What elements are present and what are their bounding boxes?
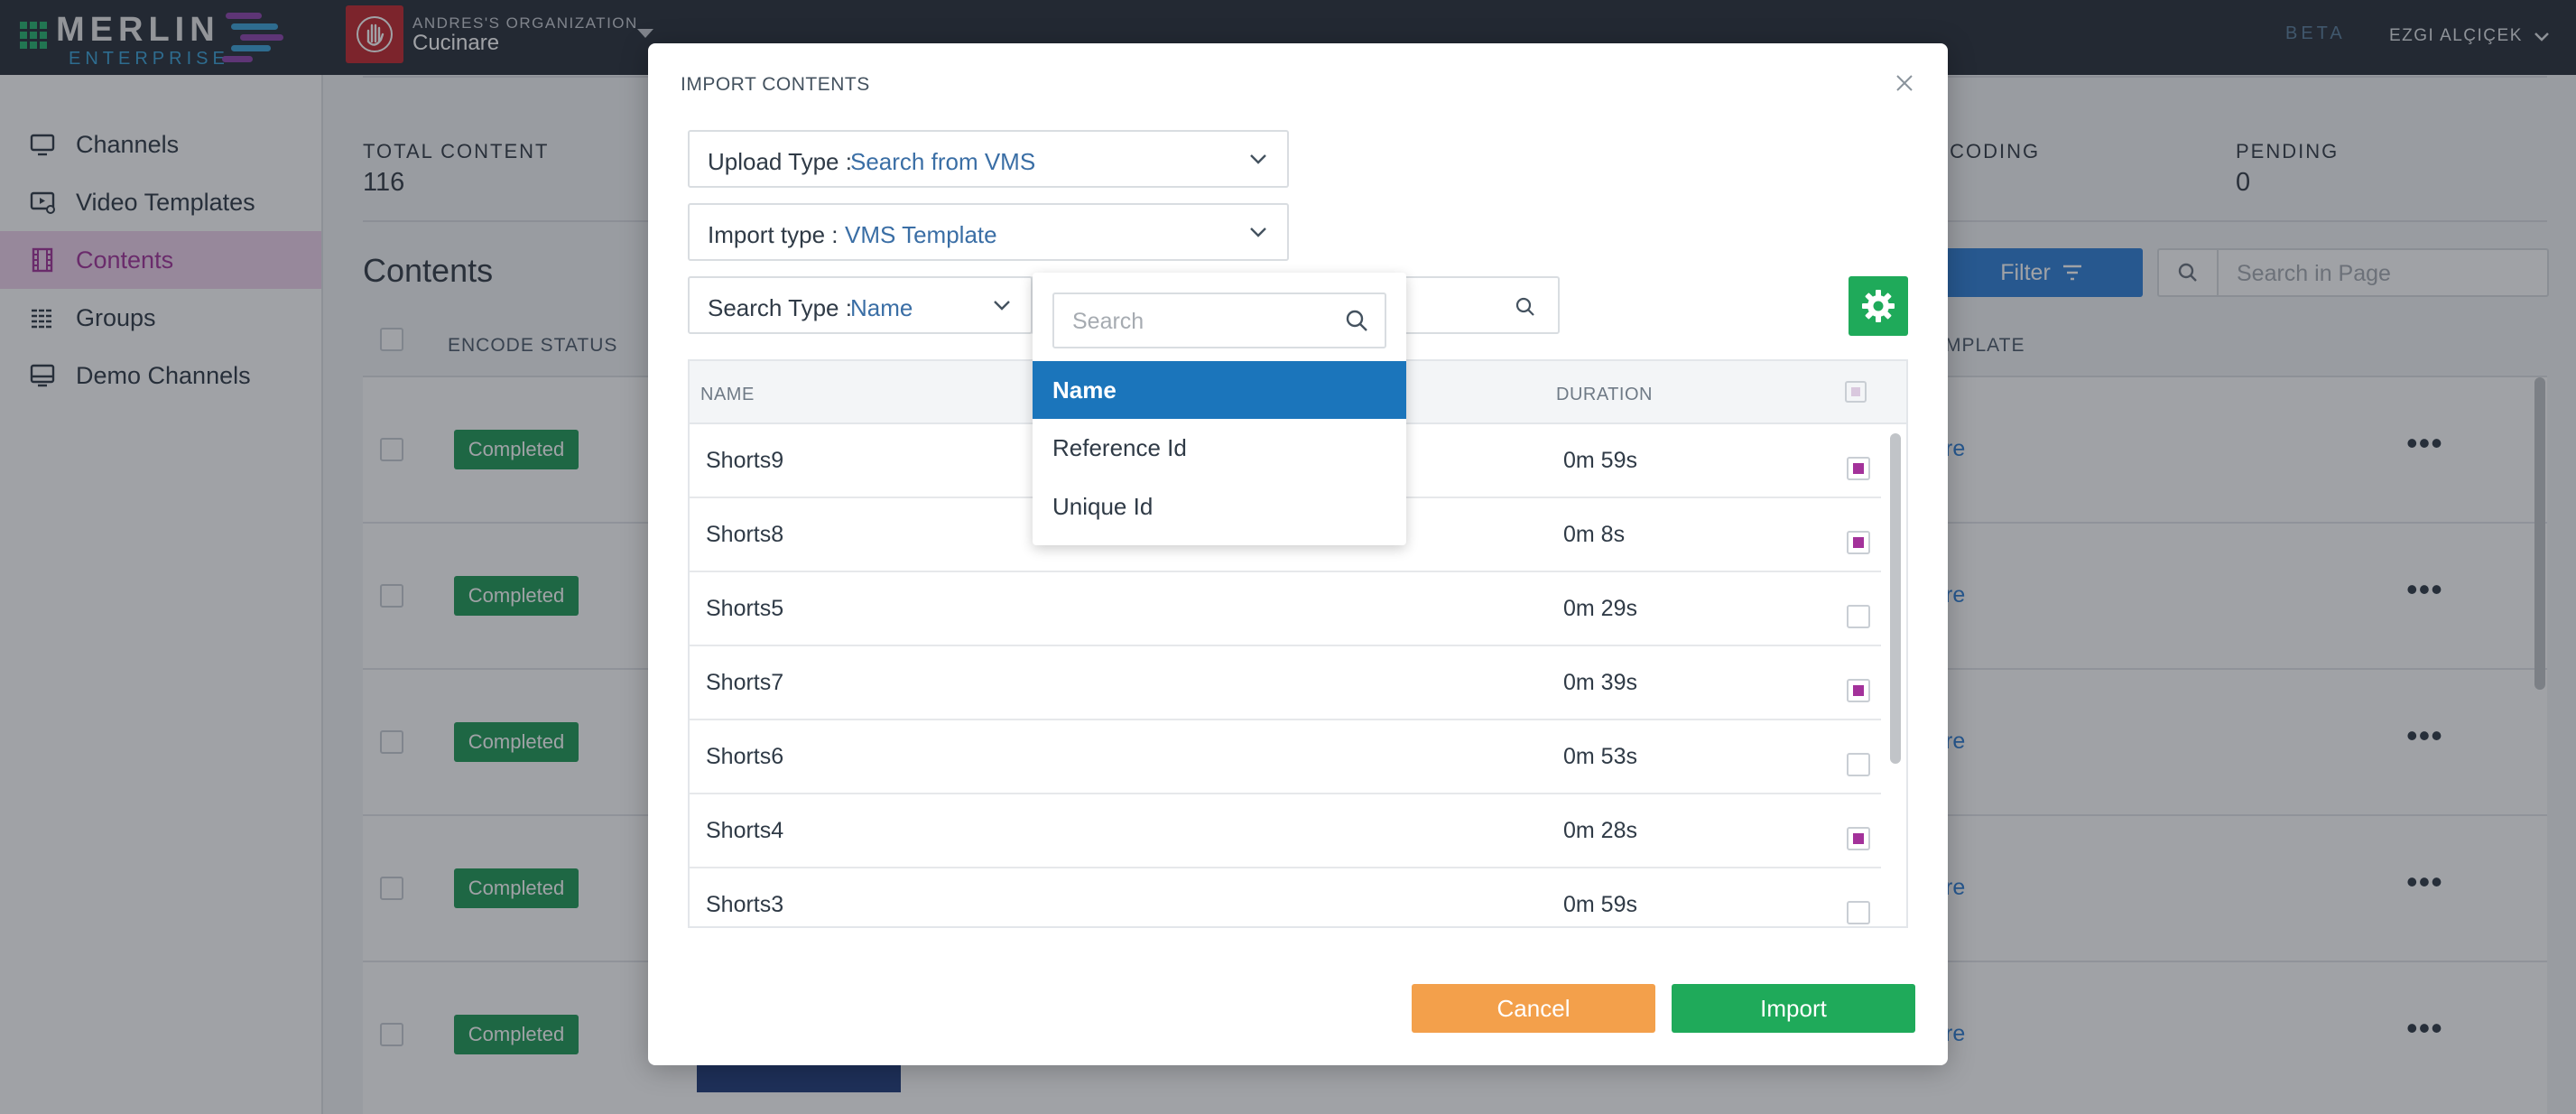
table-row[interactable]: Shorts4 0m 28s <box>690 794 1881 868</box>
row-name: Shorts3 <box>706 892 784 917</box>
upload-type-label: Upload Type : <box>708 148 852 175</box>
row-checkbox[interactable] <box>1847 901 1870 924</box>
duration-column-header: DURATION <box>1556 385 1653 404</box>
name-column-header: NAME <box>700 385 755 404</box>
table-scrollbar[interactable] <box>1890 433 1901 764</box>
row-checkbox[interactable] <box>1847 753 1870 776</box>
upload-type-select[interactable]: Upload Type : Search from VMS <box>688 130 1289 188</box>
row-checkbox[interactable] <box>1847 679 1870 702</box>
row-name: Shorts5 <box>706 596 784 621</box>
row-name: Shorts6 <box>706 744 784 769</box>
search-type-dropdown: Search Name Reference Id Unique Id <box>1033 273 1406 545</box>
upload-type-value: Search from VMS <box>850 148 1036 175</box>
modal-title: IMPORT CONTENTS <box>681 74 870 95</box>
row-checkbox[interactable] <box>1847 531 1870 554</box>
import-contents-modal: IMPORT CONTENTS Upload Type : Search fro… <box>648 43 1948 1065</box>
import-type-value: VMS Template <box>845 221 997 248</box>
cancel-button[interactable]: Cancel <box>1412 984 1655 1033</box>
gear-icon <box>1862 290 1895 322</box>
table-row[interactable]: Shorts6 0m 53s <box>690 720 1881 794</box>
row-duration: 0m 29s <box>1563 596 1637 621</box>
row-duration: 0m 59s <box>1563 892 1637 917</box>
row-name: Shorts8 <box>706 522 784 547</box>
settings-button[interactable] <box>1849 276 1908 336</box>
row-checkbox[interactable] <box>1847 457 1870 480</box>
chevron-down-icon <box>1250 154 1266 164</box>
import-type-select[interactable]: Import type : VMS Template <box>688 203 1289 261</box>
chevron-down-icon <box>1250 227 1266 237</box>
import-button[interactable]: Import <box>1672 984 1915 1033</box>
import-type-label: Import type : <box>708 221 839 248</box>
table-row[interactable]: Shorts3 0m 59s <box>690 868 1881 926</box>
row-duration: 0m 8s <box>1563 522 1626 547</box>
search-icon <box>1346 310 1367 331</box>
chevron-down-icon <box>994 301 1010 311</box>
row-duration: 0m 53s <box>1563 744 1637 769</box>
search-icon[interactable] <box>1515 296 1536 318</box>
dropdown-option-unique-id[interactable]: Unique Id <box>1033 478 1406 535</box>
search-type-value: Name <box>850 294 913 321</box>
row-name: Shorts4 <box>706 818 784 843</box>
dropdown-option-name[interactable]: Name <box>1033 361 1406 419</box>
row-checkbox[interactable] <box>1847 605 1870 628</box>
search-type-label: Search Type : <box>708 294 852 321</box>
row-duration: 0m 59s <box>1563 448 1637 473</box>
close-icon[interactable] <box>1892 70 1917 96</box>
dropdown-search-placeholder: Search <box>1072 309 1144 334</box>
row-duration: 0m 39s <box>1563 670 1637 695</box>
select-all-checkbox[interactable] <box>1845 381 1867 403</box>
row-duration: 0m 28s <box>1563 818 1637 843</box>
row-checkbox[interactable] <box>1847 827 1870 850</box>
search-type-select[interactable]: Search Type : Name <box>688 276 1033 334</box>
dropdown-search-input[interactable]: Search <box>1052 292 1386 348</box>
table-row[interactable]: Shorts5 0m 29s <box>690 572 1881 646</box>
table-row[interactable]: Shorts7 0m 39s <box>690 646 1881 720</box>
dropdown-option-reference-id[interactable]: Reference Id <box>1033 419 1406 477</box>
row-name: Shorts9 <box>706 448 784 473</box>
row-name: Shorts7 <box>706 670 784 695</box>
